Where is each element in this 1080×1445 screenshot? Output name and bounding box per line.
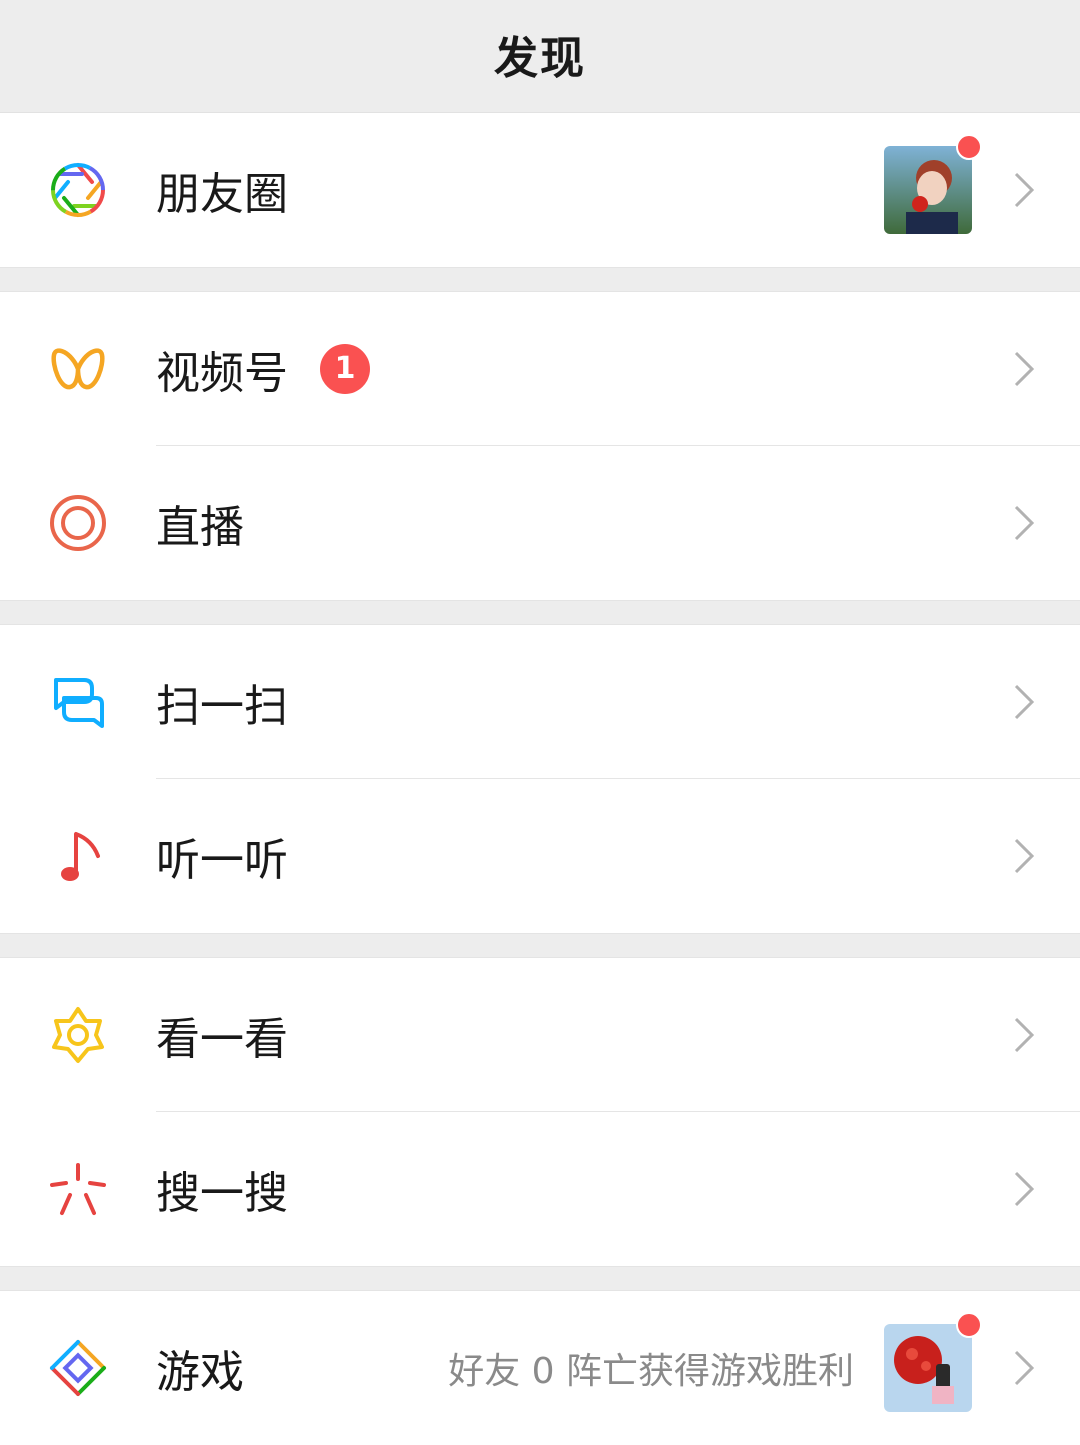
- games-description: 好友 0 阵亡获得游戏胜利: [448, 1351, 854, 1392]
- menu-item-live[interactable]: 直播: [0, 446, 1080, 600]
- games-icon: [50, 1340, 106, 1396]
- scan-icon: [54, 678, 104, 728]
- menu-item-search[interactable]: 搜一搜: [0, 1112, 1080, 1266]
- chevron-right-icon: [1014, 1171, 1035, 1207]
- page-title: 发现: [494, 33, 586, 84]
- games-latest-thumbnail: [884, 1312, 982, 1412]
- group-channels: 视频号 1 直播: [0, 292, 1080, 600]
- menu-item-games[interactable]: 游戏 好友 0 阵亡获得游戏胜利: [0, 1291, 1080, 1445]
- menu-item-label: 游戏: [156, 1347, 244, 1398]
- chevron-right-icon: [1014, 1017, 1035, 1053]
- channels-icon: [51, 348, 105, 390]
- menu-item-scan[interactable]: 扫一扫: [0, 625, 1080, 779]
- menu-item-label: 扫一扫: [156, 681, 288, 732]
- chevron-right-icon: [1014, 684, 1035, 720]
- menu-item-listen[interactable]: 听一听: [0, 779, 1080, 933]
- chevron-right-icon: [1014, 172, 1035, 208]
- chevron-right-icon: [1014, 505, 1035, 541]
- notification-badge: 1: [320, 344, 370, 394]
- section-spacer: [0, 267, 1080, 292]
- menu-item-label: 视频号: [156, 348, 288, 399]
- menu-item-channels[interactable]: 视频号 1: [0, 292, 1080, 446]
- top-stories-icon: [52, 1007, 104, 1063]
- menu-item-label: 直播: [156, 502, 244, 553]
- navigation-bar: 发现: [0, 0, 1080, 113]
- section-spacer: [0, 933, 1080, 958]
- chevron-right-icon: [1014, 351, 1035, 387]
- music-note-icon: [61, 832, 100, 881]
- chevron-right-icon: [1014, 838, 1035, 874]
- moments-latest-thumbnail: [884, 134, 982, 234]
- group-stories-search: 看一看 搜一搜: [0, 958, 1080, 1266]
- menu-item-label: 看一看: [156, 1014, 288, 1065]
- section-spacer: [0, 1266, 1080, 1291]
- menu-item-label: 听一听: [156, 835, 288, 886]
- group-moments: 朋友圈: [0, 113, 1080, 267]
- unread-dot: [956, 1312, 982, 1338]
- menu-item-moments[interactable]: 朋友圈: [0, 113, 1080, 267]
- group-games: 游戏 好友 0 阵亡获得游戏胜利: [0, 1291, 1080, 1445]
- live-icon: [50, 495, 106, 551]
- group-scan-listen: 扫一扫 听一听: [0, 625, 1080, 933]
- section-spacer: [0, 600, 1080, 625]
- unread-dot: [956, 134, 982, 160]
- menu-item-label: 搜一搜: [156, 1168, 288, 1219]
- search-sparkle-icon: [50, 1163, 106, 1215]
- menu-item-label: 朋友圈: [156, 169, 288, 220]
- menu-item-top-stories[interactable]: 看一看: [0, 958, 1080, 1112]
- chevron-right-icon: [1014, 1350, 1035, 1386]
- moments-aperture-icon: [51, 163, 105, 217]
